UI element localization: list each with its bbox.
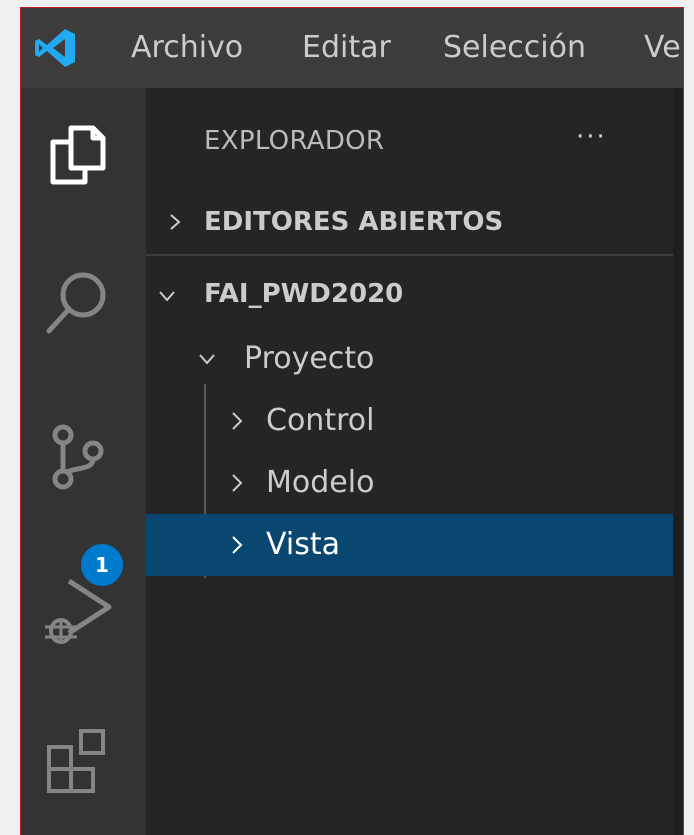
chevron-right-icon <box>232 474 243 492</box>
tree-item-label: Control <box>266 403 375 438</box>
more-actions-button[interactable]: ··· <box>576 122 607 152</box>
chevron-right-icon <box>170 214 181 230</box>
open-editors-header[interactable]: EDITORES ABIERTOS <box>146 194 673 250</box>
menu-archivo[interactable]: Archivo <box>131 28 243 68</box>
vscode-logo-icon[interactable] <box>33 27 77 69</box>
chevron-down-icon <box>159 291 175 302</box>
section-divider <box>146 254 673 256</box>
tree-item-label: Vista <box>266 527 340 562</box>
tree-item-vista[interactable]: Vista <box>146 514 673 576</box>
tree-item-proyecto[interactable]: Proyecto <box>146 328 673 390</box>
activity-bar: 1 <box>21 88 146 835</box>
sidebar-edge <box>673 88 683 835</box>
search-icon[interactable] <box>41 263 115 337</box>
chevron-right-icon <box>232 536 243 554</box>
workspace-header[interactable]: FAI_PWD2020 <box>146 266 673 322</box>
tree-item-label: Proyecto <box>244 341 375 376</box>
chevron-right-icon <box>232 412 243 430</box>
menu-editar[interactable]: Editar <box>302 28 391 68</box>
tree-item-control[interactable]: Control <box>146 390 673 452</box>
tree-item-label: Modelo <box>266 465 375 500</box>
workspace-label: FAI_PWD2020 <box>204 279 404 309</box>
open-editors-label: EDITORES ABIERTOS <box>204 207 504 237</box>
tree-item-modelo[interactable]: Modelo <box>146 452 673 514</box>
chevron-down-icon <box>199 354 215 365</box>
run-debug-icon[interactable] <box>41 573 115 647</box>
title-bar: Archivo Editar Selección Ve <box>21 8 683 88</box>
vscode-window: Archivo Editar Selección Ve 1 EXPLORADOR… <box>20 7 684 835</box>
menu-ver[interactable]: Ve <box>644 28 681 68</box>
menu-seleccion[interactable]: Selección <box>443 28 586 68</box>
source-control-icon[interactable] <box>41 421 115 495</box>
files-icon[interactable] <box>41 118 115 192</box>
explorer-sidebar: EXPLORADOR ··· EDITORES ABIERTOS FAI_PWD… <box>146 88 683 835</box>
explorer-title: EXPLORADOR <box>204 126 385 156</box>
extensions-icon[interactable] <box>41 723 115 797</box>
